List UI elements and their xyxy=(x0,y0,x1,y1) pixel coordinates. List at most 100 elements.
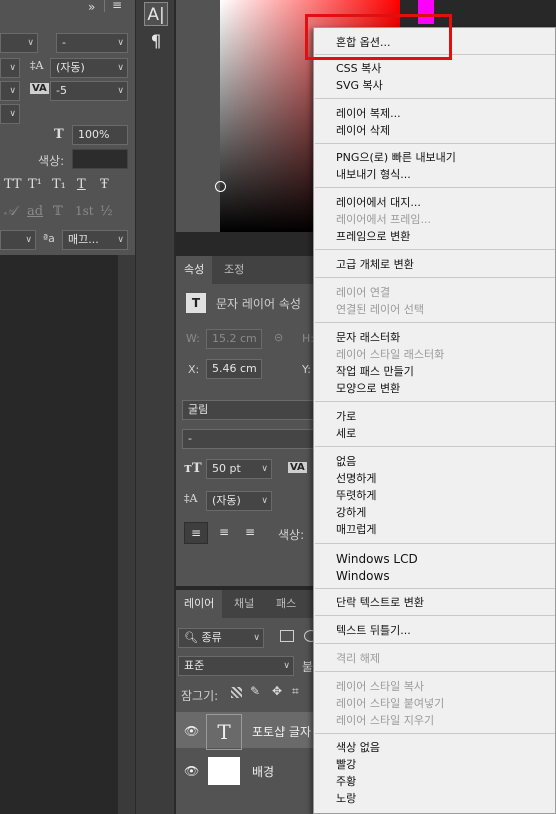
tracking-select[interactable]: -5 ∨ xyxy=(50,81,128,101)
menu-item-release-isolation: 격리 해제 xyxy=(336,652,380,665)
link-icon[interactable]: ⊝ xyxy=(274,331,283,344)
ordinal-button[interactable]: 1st xyxy=(75,204,94,218)
x-input[interactable]: 5.46 cm xyxy=(206,359,262,379)
color-picker-marker[interactable] xyxy=(215,181,226,192)
menu-item-vertical[interactable]: 세로 xyxy=(336,427,356,441)
color-swatch[interactable] xyxy=(72,149,128,169)
menu-item-aa-smooth[interactable]: 매끄럽게 xyxy=(336,523,376,537)
align-left-button[interactable]: ≡ xyxy=(184,522,208,544)
panel-strip xyxy=(118,255,135,814)
menu-item-warp-text[interactable]: 텍스트 뒤틀기... xyxy=(336,624,411,638)
align-right-button[interactable]: ≡ xyxy=(238,522,262,544)
menu-item-create-work-path[interactable]: 작업 패스 만들기 xyxy=(336,365,414,379)
layer-name[interactable]: 배경 xyxy=(252,763,274,780)
menu-item-convert-to-frame[interactable]: 프레임으로 변환 xyxy=(336,230,410,244)
panel-menu-icon[interactable]: ≡ xyxy=(112,0,122,12)
superscript-button[interactable]: T¹ xyxy=(28,177,42,192)
menu-item-aa-none[interactable]: 없음 xyxy=(336,455,356,469)
menu-item-copy-svg[interactable]: SVG 복사 xyxy=(336,79,383,93)
leading-value: (자동) xyxy=(56,61,85,74)
lock-artboard-icon[interactable]: ⌗ xyxy=(292,684,299,699)
swash-button[interactable]: 𝒜 xyxy=(4,204,16,219)
tab-adjustments[interactable]: 조정 xyxy=(216,256,252,284)
menu-item-no-color[interactable]: 색상 없음 xyxy=(336,741,380,755)
blend-mode-select[interactable]: 표준 ∨ xyxy=(178,656,294,676)
menu-separator xyxy=(315,322,555,323)
menu-item-windows-lcd[interactable]: Windows LCD xyxy=(336,552,418,566)
font-style-value: - xyxy=(62,36,66,49)
paragraph-panel-icon[interactable]: ¶ xyxy=(144,30,168,54)
x-value: 5.46 cm xyxy=(212,362,257,375)
menu-item-artboard-from-layers[interactable]: 레이어에서 대지... xyxy=(336,196,421,210)
tab-properties[interactable]: 속성 xyxy=(176,256,213,284)
ligature-button[interactable]: ad xyxy=(27,204,43,219)
font-style-select[interactable]: - xyxy=(182,429,326,449)
vertical-scale-select[interactable]: ∨ xyxy=(0,104,20,124)
horizontal-scale-input[interactable]: 100% xyxy=(72,125,128,145)
visibility-eye-icon[interactable]: 👁︎ xyxy=(184,764,199,778)
menu-item-aa-strong[interactable]: 강하게 xyxy=(336,506,366,520)
anti-alias-select[interactable]: 매끄... ∨ xyxy=(62,230,128,250)
tab-paths[interactable]: 패스 xyxy=(268,590,304,618)
menu-item-aa-sharp[interactable]: 선명하게 xyxy=(336,472,376,486)
underline-button[interactable]: T xyxy=(77,177,86,192)
font-family-select[interactable]: 굴림 xyxy=(182,400,326,420)
fraction-button[interactable]: ½ xyxy=(100,204,113,219)
menu-item-delete-layer[interactable]: 레이어 삭제 xyxy=(336,124,390,138)
layer-row[interactable]: 👁︎ 배경 xyxy=(176,752,326,788)
kerning-select[interactable]: ∨ xyxy=(0,81,20,101)
text-layer-thumbnail-icon: T xyxy=(206,714,242,750)
menu-item-frame-from-layers: 레이어에서 프레임... xyxy=(336,213,431,226)
tab-channels[interactable]: 채널 xyxy=(226,590,262,618)
menu-item-quick-export-png[interactable]: PNG으(로) 빠른 내보내기 xyxy=(336,151,456,165)
font-size-select[interactable]: 50 pt ∨ xyxy=(206,459,272,479)
menu-item-horizontal[interactable]: 가로 xyxy=(336,410,356,424)
context-menu: 혼합 옵션... CSS 복사 SVG 복사 레이어 복제... 레이어 삭제 … xyxy=(313,27,556,814)
menu-item-orange[interactable]: 주황 xyxy=(336,775,356,789)
opacity-label: 불 xyxy=(302,660,314,674)
align-center-button[interactable]: ≡ xyxy=(212,522,236,544)
tab-layers[interactable]: 레이어 xyxy=(176,590,223,618)
leading-select[interactable]: (자동) ∨ xyxy=(50,58,128,78)
canvas-area xyxy=(0,255,118,814)
lock-transparent-icon[interactable] xyxy=(231,687,242,698)
menu-item-copy-css[interactable]: CSS 복사 xyxy=(336,62,381,76)
menu-item-rasterize-type[interactable]: 문자 래스터화 xyxy=(336,331,400,345)
leading-value: (자동) xyxy=(212,494,241,507)
font-style-select[interactable]: - ∨ xyxy=(56,33,128,53)
leading-icon: ‡A xyxy=(184,492,198,505)
language-select[interactable]: ∨ xyxy=(0,230,36,250)
character-panel-icon[interactable]: A| xyxy=(144,2,168,26)
font-family-select[interactable]: ∨ xyxy=(0,33,38,53)
titling-button[interactable]: 𝕋 xyxy=(53,204,63,219)
menu-item-red[interactable]: 빨강 xyxy=(336,758,356,772)
lock-paint-icon[interactable]: ✎ xyxy=(250,684,260,698)
menu-item-convert-to-paragraph-text[interactable]: 단락 텍스트로 변환 xyxy=(336,596,424,610)
menu-separator xyxy=(315,401,555,402)
menu-item-convert-to-smart-object[interactable]: 고급 개체로 변환 xyxy=(336,258,414,272)
layer-row[interactable]: 👁︎ T 포토샵 글자 xyxy=(176,712,326,750)
menu-item-windows[interactable]: Windows xyxy=(336,569,390,583)
lock-move-icon[interactable]: ✥ xyxy=(272,684,282,698)
leading-select[interactable]: (자동) ∨ xyxy=(206,491,272,511)
collapse-icon[interactable]: » xyxy=(88,0,95,14)
visibility-eye-icon[interactable]: 👁︎ xyxy=(184,724,199,738)
x-label: X: xyxy=(188,363,200,376)
width-input[interactable]: 15.2 cm xyxy=(206,329,262,349)
strikethrough-button[interactable]: Ŧ xyxy=(100,177,109,192)
image-filter-icon[interactable] xyxy=(280,630,294,642)
menu-item-duplicate-layer[interactable]: 레이어 복제... xyxy=(336,107,401,121)
menu-item-select-linked-layers: 연결된 레이어 선택 xyxy=(336,303,424,316)
tracking-icon: VA xyxy=(30,83,49,94)
menu-item-convert-to-shape[interactable]: 모양으로 변환 xyxy=(336,382,400,396)
menu-item-yellow[interactable]: 노랑 xyxy=(336,792,356,806)
divider xyxy=(104,0,105,12)
subscript-button[interactable]: T₁ xyxy=(52,177,66,192)
layer-name[interactable]: 포토샵 글자 xyxy=(252,723,311,740)
font-size-select[interactable]: ∨ xyxy=(0,58,20,78)
horizontal-scale-value: 100% xyxy=(78,128,110,141)
layer-filter-select[interactable]: 🔍︎ 종류 ∨ xyxy=(178,628,264,648)
menu-item-export-as[interactable]: 내보내기 형식... xyxy=(336,168,411,182)
all-caps-button[interactable]: TT xyxy=(4,177,22,192)
menu-item-aa-crisp[interactable]: 뚜렷하게 xyxy=(336,489,376,503)
